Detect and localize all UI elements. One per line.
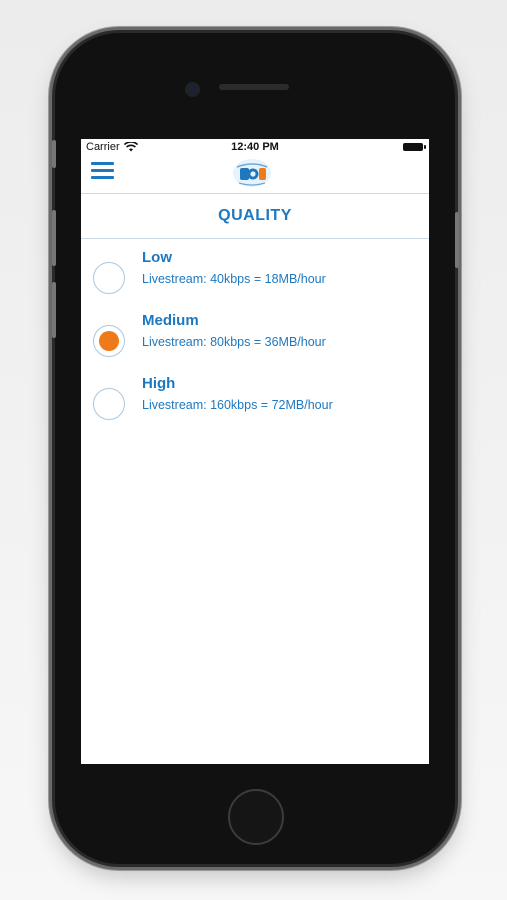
quality-options-list: Low Livestream: 40kbps = 18MB/hour Mediu… xyxy=(81,239,429,438)
power-button xyxy=(455,212,459,268)
radio-button-high[interactable] xyxy=(93,388,125,420)
option-label-medium: Medium xyxy=(142,312,199,329)
battery-icon xyxy=(403,143,426,151)
mute-switch xyxy=(52,140,56,168)
front-camera xyxy=(185,82,200,97)
radio-button-low[interactable] xyxy=(93,262,125,294)
hamburger-menu-icon[interactable] xyxy=(91,159,117,179)
option-label-low: Low xyxy=(142,249,172,266)
volume-down-button xyxy=(52,282,56,338)
status-time: 12:40 PM xyxy=(231,141,279,153)
app-logo xyxy=(233,159,271,187)
quality-option-low[interactable]: Low Livestream: 40kbps = 18MB/hour xyxy=(81,249,429,312)
quality-option-medium[interactable]: Medium Livestream: 80kbps = 36MB/hour xyxy=(81,312,429,375)
page-header: QUALITY xyxy=(81,194,429,239)
volume-up-button xyxy=(52,210,56,266)
option-description-low: Livestream: 40kbps = 18MB/hour xyxy=(142,272,326,286)
earpiece-speaker xyxy=(219,84,289,90)
quality-option-high[interactable]: High Livestream: 160kbps = 72MB/hour xyxy=(81,375,429,438)
option-description-medium: Livestream: 80kbps = 36MB/hour xyxy=(142,335,326,349)
option-description-high: Livestream: 160kbps = 72MB/hour xyxy=(142,398,333,412)
home-button[interactable] xyxy=(228,789,284,845)
app-screen: Carrier 12:40 PM QUALITY Low Livestream:… xyxy=(81,139,429,764)
device-frame-stage: Carrier 12:40 PM QUALITY Low Livestream:… xyxy=(0,0,507,900)
option-label-high: High xyxy=(142,375,176,392)
radio-button-medium[interactable] xyxy=(93,325,125,357)
page-title: QUALITY xyxy=(218,207,292,224)
status-bar: Carrier 12:40 PM xyxy=(81,139,429,155)
navigation-bar xyxy=(81,155,429,194)
